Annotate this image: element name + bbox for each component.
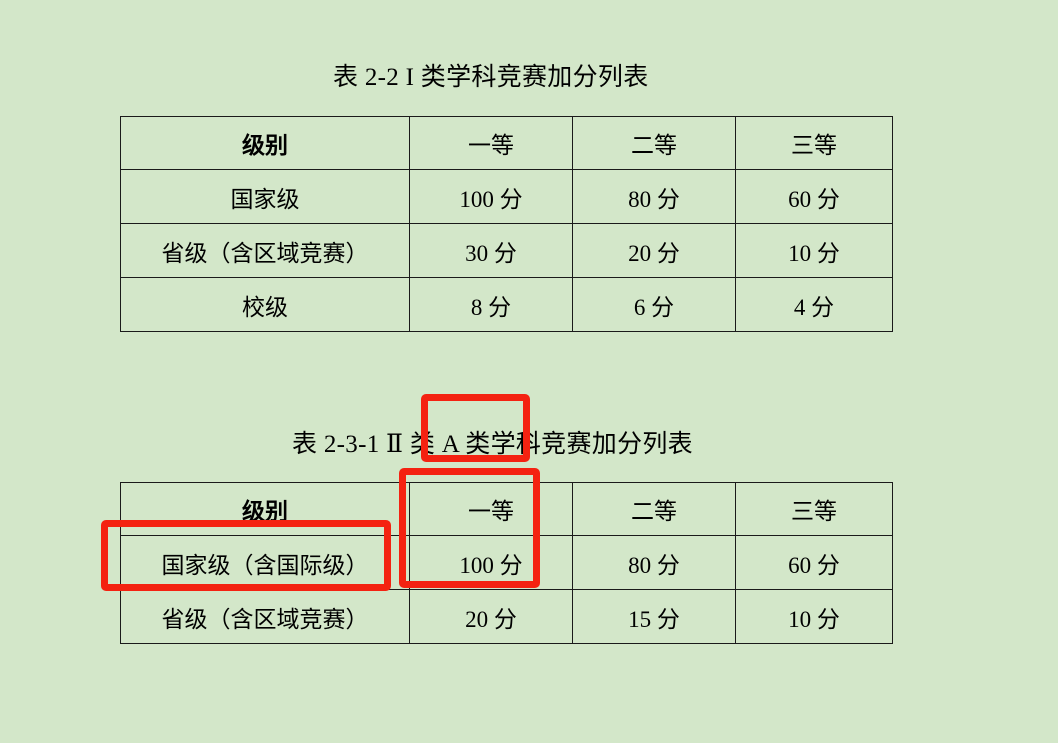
table-1-row-1-second: 20 分 bbox=[572, 223, 736, 278]
table-1-row-0-first: 100 分 bbox=[409, 169, 573, 224]
table-2-row-1-level: 省级（含区域竞赛） bbox=[120, 589, 410, 644]
table-2-row-0-level: 国家级（含国际级） bbox=[120, 535, 410, 590]
table-2-row-0-first: 100 分 bbox=[409, 535, 573, 590]
table-1-row-1-first: 30 分 bbox=[409, 223, 573, 278]
table-1-header-level: 级别 bbox=[120, 116, 410, 170]
table-1-header-third: 三等 bbox=[735, 116, 893, 170]
table-row: 省级（含区域竞赛） 30 分 20 分 10 分 bbox=[120, 223, 893, 278]
table-row: 国家级 100 分 80 分 60 分 bbox=[120, 169, 893, 224]
table-1-header-row: 级别 一等 二等 三等 bbox=[120, 116, 893, 170]
table-2-row-1-first: 20 分 bbox=[409, 589, 573, 644]
table-2-header-level: 级别 bbox=[120, 482, 410, 536]
table-1-row-1-third: 10 分 bbox=[735, 223, 893, 278]
table-1-row-2-second: 6 分 bbox=[572, 277, 736, 332]
table-row: 校级 8 分 6 分 4 分 bbox=[120, 277, 893, 332]
table-1-row-0-second: 80 分 bbox=[572, 169, 736, 224]
table-2-row-0-second: 80 分 bbox=[572, 535, 736, 590]
table-1-title: 表 2-2 I 类学科竞赛加分列表 bbox=[333, 64, 649, 91]
table-row: 省级（含区域竞赛） 20 分 15 分 10 分 bbox=[120, 589, 893, 644]
table-1-row-2-third: 4 分 bbox=[735, 277, 893, 332]
table-2-header-third: 三等 bbox=[735, 482, 893, 536]
document-page: 表 2-2 I 类学科竞赛加分列表 级别 一等 二等 三等 国家级 100 分 … bbox=[0, 0, 1058, 743]
table-1-row-2-first: 8 分 bbox=[409, 277, 573, 332]
table-2-header-second: 二等 bbox=[572, 482, 736, 536]
table-2-header-row: 级别 一等 二等 三等 bbox=[120, 482, 893, 536]
table-2-row-1-third: 10 分 bbox=[735, 589, 893, 644]
table-1-row-0-third: 60 分 bbox=[735, 169, 893, 224]
table-2-title: 表 2-3-1 Ⅱ 类 A 类学科竞赛加分列表 bbox=[292, 431, 693, 458]
table-2: 级别 一等 二等 三等 国家级（含国际级） 100 分 80 分 60 分 省级… bbox=[120, 482, 893, 644]
table-2-row-0-third: 60 分 bbox=[735, 535, 893, 590]
table-2-header-first: 一等 bbox=[409, 482, 573, 536]
table-1-row-2-level: 校级 bbox=[120, 277, 410, 332]
table-1-row-1-level: 省级（含区域竞赛） bbox=[120, 223, 410, 278]
table-1-row-0-level: 国家级 bbox=[120, 169, 410, 224]
table-1-header-second: 二等 bbox=[572, 116, 736, 170]
table-1-header-first: 一等 bbox=[409, 116, 573, 170]
table-1: 级别 一等 二等 三等 国家级 100 分 80 分 60 分 省级（含区域竞赛… bbox=[120, 116, 893, 332]
table-2-row-1-second: 15 分 bbox=[572, 589, 736, 644]
table-row: 国家级（含国际级） 100 分 80 分 60 分 bbox=[120, 535, 893, 590]
